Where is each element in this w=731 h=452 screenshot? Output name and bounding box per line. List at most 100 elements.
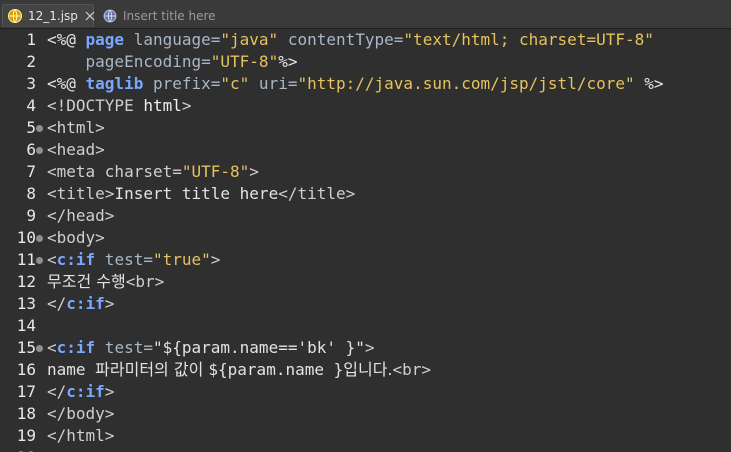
code-token: <!DOCTYPE [47,96,144,115]
code-line[interactable]: 17 </c:if> [0,381,731,403]
code-token: contentType= [278,30,404,49]
code-token: c:if [56,338,96,357]
code-line[interactable]: 18 </body> [0,403,731,425]
code-text: <head> [47,139,105,161]
code-line[interactable]: 13 </c:if> [0,293,731,315]
line-number: 20 [0,447,36,452]
code-token: <body> [47,228,105,247]
code-line[interactable]: 9 </head> [0,205,731,227]
line-number: 6 [26,140,36,159]
code-token: "true" [152,250,211,269]
code-token: < [47,338,57,357]
code-text: <%@ taglib prefix="c" uri="http://java.s… [47,73,664,95]
code-token: > [210,250,221,269]
code-token: "c" [220,74,250,93]
code-token: <br> [125,272,165,291]
code-line[interactable]: 12 무조건 수행<br> [0,271,731,293]
code-token: <meta charset= [47,162,182,181]
code-token: c:if [56,250,96,269]
code-token: </ [47,294,67,313]
code-token: 파라미터의 값이 [95,360,209,379]
code-text: <body> [47,227,105,249]
code-token: </ [47,382,67,401]
code-line[interactable]: 19 </html> [0,425,731,447]
line-number: 15 [16,338,36,357]
code-text: </body> [47,403,114,425]
fold-marker-icon[interactable] [36,147,43,154]
code-token: test= [95,338,153,357]
code-token: "${param.name=='bk' }" [152,338,365,357]
code-text: <html> [47,117,105,139]
code-line[interactable]: 11 <c:if test="true"> [0,249,731,271]
code-token: "http://java.sun.com/jsp/jstl/core" [297,74,635,93]
code-token: <%@ [47,74,86,93]
code-token: language= [124,30,221,49]
code-text: <!DOCTYPE html> [47,95,192,117]
code-line[interactable]: 6 <head> [0,139,731,161]
code-line[interactable]: 16 name 파라미터의 값이 ${param.name }입니다.<br> [0,359,731,381]
code-token: c:if [66,382,105,401]
code-token: > [249,162,259,181]
vertical-scrollbar[interactable] [721,29,731,452]
code-token: c:if [66,294,105,313]
code-token: > [104,382,115,401]
fold-marker-icon[interactable] [36,345,43,352]
code-text: <%@ page language="java" contentType="te… [47,29,654,51]
code-token: <%@ [47,30,86,49]
tab-label: Insert title here [123,8,216,23]
code-line[interactable]: 10 <body> [0,227,731,249]
code-line[interactable]: 20 [0,447,731,452]
code-token: "UTF-8" [181,162,250,181]
code-line[interactable]: 3 <%@ taglib prefix="c" uri="http://java.… [0,73,731,95]
code-line[interactable]: 5 <html> [0,117,731,139]
code-text: </c:if> [47,381,114,403]
code-line[interactable]: 15 <c:if test="${param.name=='bk' }"> [0,337,731,359]
editor-tab-bar: 12_1.jsp Insert title here [0,0,731,29]
code-text: </html> [47,425,114,447]
code-text: <c:if test="${param.name=='bk' }"> [47,337,375,359]
code-token: > [181,96,192,115]
code-text: </head> [47,205,114,227]
line-number: 3 [26,74,36,93]
line-number: 8 [26,184,36,203]
line-number: 11 [16,250,36,269]
fold-marker-icon[interactable] [36,257,43,264]
line-number: 2 [26,52,36,71]
fold-marker-icon[interactable] [36,235,43,242]
code-token: </html> [47,426,115,445]
code-token: taglib [85,74,144,93]
code-token: <title> [47,184,115,203]
code-token: "UTF-8" [210,52,279,71]
line-number: 12 [16,272,36,291]
line-number: 14 [16,316,36,335]
line-number: 7 [26,162,36,181]
code-token: "java" [220,30,279,49]
tab-insert-title-here[interactable]: Insert title here [98,4,218,27]
code-line[interactable]: 2 pageEncoding="UTF-8"%> [0,51,731,73]
code-editor[interactable]: 1 <%@ page language="java" contentType="t… [0,29,731,452]
code-text: <title>Insert title here</title> [47,183,355,205]
code-token: <head> [47,140,105,159]
editor-window: 12_1.jsp Insert title here 1 <%@ page lan… [0,0,731,452]
code-token: "text/html; charset=UTF-8" [403,30,654,49]
code-token: <br> [392,360,432,379]
code-line[interactable]: 1 <%@ page language="java" contentType="t… [0,29,731,51]
code-token: > [104,294,115,313]
code-line[interactable]: 8 <title>Insert title here</title> [0,183,731,205]
code-token: page [85,30,125,49]
code-token: 무조건 수행 [47,272,126,291]
code-token: uri= [249,74,298,93]
code-token: 입니다. [343,360,393,379]
fold-marker-icon[interactable] [36,125,43,132]
line-number: 13 [16,294,36,313]
code-line[interactable]: 4 <!DOCTYPE html> [0,95,731,117]
line-number: 1 [26,30,36,49]
code-token: prefix= [143,74,221,93]
close-icon[interactable] [84,10,96,22]
code-token: test= [95,250,153,269]
code-line[interactable]: 14 [0,315,731,337]
tab-12-1-jsp[interactable]: 12_1.jsp [2,4,96,27]
code-line[interactable]: 7 <meta charset="UTF-8"> [0,161,731,183]
line-number: 18 [16,404,36,423]
code-token: Insert title here [114,184,279,203]
